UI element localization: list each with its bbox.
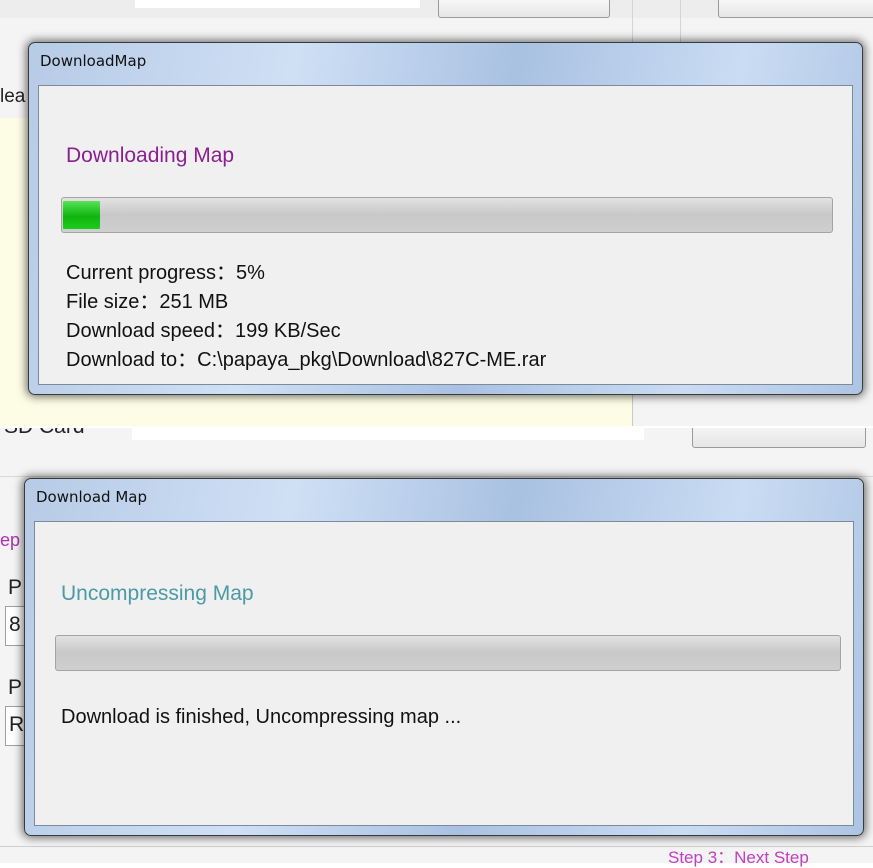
download-progress-fill bbox=[63, 201, 100, 229]
background-partial-label: P bbox=[8, 676, 23, 699]
uncompress-status-text: Download is finished, Uncompressing map … bbox=[61, 706, 462, 728]
uncompress-map-dialog: Download Map Uncompressing Map Download … bbox=[24, 478, 864, 836]
background-partial-header: SD Card bbox=[4, 428, 85, 439]
background-input-field[interactable] bbox=[135, 0, 420, 8]
uncompress-progress-bar bbox=[55, 635, 841, 671]
download-speed-text: Download speed：199 KB/Sec bbox=[66, 320, 341, 342]
dialog-title: Download Map bbox=[36, 488, 147, 506]
dialog-title: DownloadMap bbox=[40, 52, 147, 70]
download-progress-bar bbox=[61, 197, 833, 233]
file-size-text: File size：251 MB bbox=[66, 291, 229, 313]
background-button[interactable] bbox=[438, 0, 610, 18]
download-path-text: Download to：C:\papaya_pkg\Download\827C-… bbox=[66, 349, 547, 371]
background-partial-label: ep bbox=[0, 530, 21, 550]
background-partial-label: lea bbox=[0, 86, 26, 107]
dialog-content: Uncompressing Map Download is finished, … bbox=[34, 521, 854, 826]
background-browse-button[interactable] bbox=[692, 428, 866, 448]
download-map-dialog: DownloadMap Downloading Map Current prog… bbox=[28, 42, 863, 395]
uncompressing-map-heading: Uncompressing Map bbox=[61, 582, 254, 605]
background-divider bbox=[0, 476, 873, 477]
current-progress-text: Current progress：5% bbox=[66, 262, 265, 284]
background-partial-label: P bbox=[8, 576, 23, 599]
downloading-map-heading: Downloading Map bbox=[66, 144, 235, 167]
background-partial-label: R bbox=[9, 713, 25, 736]
download-info: Current progress：5% File size：251 MB Dow… bbox=[66, 259, 546, 375]
background-partial-label: 8 bbox=[9, 613, 21, 636]
dialog-content: Downloading Map Current progress：5% File… bbox=[38, 85, 853, 385]
background-input-field[interactable] bbox=[132, 428, 644, 440]
next-step-link[interactable]: Step 3：Next Step bbox=[668, 843, 809, 868]
background-button[interactable] bbox=[718, 0, 873, 18]
